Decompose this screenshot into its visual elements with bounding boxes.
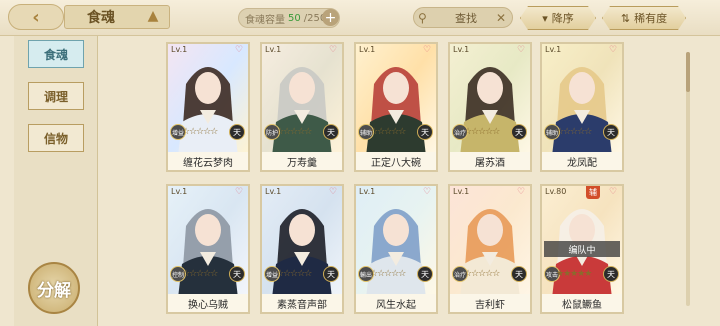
favorite-icon[interactable]: ♡: [517, 46, 527, 55]
food-soul-card[interactable]: Lv.1 ♡ 治疗 ☆☆☆☆☆ 天 屠苏酒: [448, 42, 532, 172]
food-soul-card[interactable]: Lv.1 ♡ 辅助 ☆☆☆☆☆ 天 龙凤配: [540, 42, 624, 172]
card-name: 吉利虾: [450, 294, 530, 312]
decompose-button[interactable]: 分解: [28, 262, 80, 314]
sort-order-label: 降序: [551, 12, 574, 25]
rarity-icon: 天: [417, 124, 433, 140]
rarity-icon: 天: [229, 266, 245, 282]
favorite-icon[interactable]: ♡: [609, 188, 619, 197]
sort-rarity-button[interactable]: ⇅ 稀有度: [602, 6, 686, 30]
card-name: 素蒸音声部: [262, 294, 342, 312]
card-name: 松鼠鳜鱼: [542, 294, 622, 312]
food-soul-card[interactable]: Lv.1 ♡ 防护 ☆☆☆☆☆ 天 万寿羹: [260, 42, 344, 172]
favorite-icon[interactable]: ♡: [423, 188, 433, 197]
favorite-icon[interactable]: ♡: [423, 46, 433, 55]
favorite-icon[interactable]: ♡: [235, 188, 245, 197]
star-rating: ☆☆☆☆☆: [182, 269, 218, 279]
level-label: Lv.1: [171, 45, 188, 54]
level-label: Lv.1: [359, 187, 376, 196]
tab-food-souls[interactable]: 食魂: [28, 40, 84, 68]
sort-order-button[interactable]: ▾ 降序: [520, 6, 596, 30]
scrollbar-thumb[interactable]: [686, 52, 690, 92]
rarity-icon: 天: [603, 124, 619, 140]
favorite-icon[interactable]: ♡: [329, 46, 339, 55]
rarity-icon: 天: [323, 266, 339, 282]
star-rating: ☆☆☆☆☆: [464, 269, 500, 279]
star-rating: ☆☆☆☆☆: [182, 127, 218, 137]
card-name: 屠苏酒: [450, 152, 530, 170]
sort-desc-icon: ▾: [542, 11, 548, 25]
card-name: 缠花云梦肉: [168, 152, 248, 170]
rarity-icon: 天: [323, 124, 339, 140]
star-rating: ☆☆☆☆☆: [276, 269, 312, 279]
sort-rarity-label: 稀有度: [634, 12, 668, 25]
star-rating: ☆☆☆☆☆: [276, 127, 312, 137]
search-field[interactable]: ⚲ 查找 ✕: [413, 7, 513, 28]
card-name: 万寿羹: [262, 152, 342, 170]
level-label: Lv.1: [453, 45, 470, 54]
level-label: Lv.1: [265, 187, 282, 196]
level-label: Lv.1: [545, 45, 562, 54]
card-name: 正定八大碗: [356, 152, 436, 170]
capacity-add-button[interactable]: +: [322, 9, 339, 26]
rarity-icon: 天: [229, 124, 245, 140]
favorite-icon[interactable]: ♡: [329, 188, 339, 197]
rarity-icon: 天: [603, 266, 619, 282]
search-label: 查找: [455, 11, 477, 25]
capacity-label: 食魂容量: [245, 14, 285, 26]
card-name: 龙凤配: [542, 152, 622, 170]
level-label: Lv.1: [171, 187, 188, 196]
star-rating: ☆☆☆☆☆: [464, 127, 500, 137]
food-soul-card[interactable]: Lv.1 ♡ 增益 ☆☆☆☆☆ 天 素蒸音声部: [260, 184, 344, 314]
food-soul-card[interactable]: Lv.1 ♡ 辅助 ☆☆☆☆☆ 天 正定八大碗: [354, 42, 438, 172]
back-arrow-icon: ‹: [32, 6, 40, 28]
clear-icon[interactable]: ✕: [496, 11, 512, 25]
assist-tag: 辅: [586, 186, 600, 199]
favorite-icon[interactable]: ♡: [609, 46, 619, 55]
star-rating: ☆☆☆☆☆: [370, 269, 406, 279]
card-name: 换心乌贼: [168, 294, 248, 312]
food-soul-card[interactable]: Lv.1 ♡ 輸出 ☆☆☆☆☆ 天 风生水起: [354, 184, 438, 314]
tab-tokens[interactable]: 信物: [28, 124, 84, 152]
rarity-icon: 天: [417, 266, 433, 282]
food-soul-card[interactable]: Lv.1 ♡ 控制 ☆☆☆☆☆ 天 换心乌贼: [166, 184, 250, 314]
top-bar: ‹ 食魂 ▲ 食魂容量 50/250 + ⚲ 查找 ✕ ▾ 降序 ⇅ 稀有度: [0, 0, 720, 36]
back-button[interactable]: ‹: [8, 4, 64, 30]
star-rating: ☆☆☆☆☆: [556, 127, 592, 137]
rarity-icon: 天: [511, 124, 527, 140]
sort-arrows-icon: ⇅: [620, 11, 631, 25]
food-soul-card[interactable]: Lv.1 ♡ 增益 ☆☆☆☆☆ 天 缠花云梦肉: [166, 42, 250, 172]
rarity-icon: 天: [511, 266, 527, 282]
food-soul-card[interactable]: Lv.1 ♡ 治疗 ☆☆☆☆☆ 天 吉利虾: [448, 184, 532, 314]
search-icon: ⚲: [418, 10, 427, 25]
tab-cooking[interactable]: 调理: [28, 82, 84, 110]
favorite-icon[interactable]: ♡: [235, 46, 245, 55]
level-label: Lv.1: [359, 45, 376, 54]
level-label: Lv.1: [453, 187, 470, 196]
favorite-icon[interactable]: ♡: [517, 188, 527, 197]
home-icon[interactable]: ▲: [144, 7, 162, 25]
team-status-label: 编队中: [544, 241, 620, 257]
level-label: Lv.80: [545, 187, 567, 196]
card-name: 风生水起: [356, 294, 436, 312]
capacity-current: 50: [288, 12, 301, 24]
star-rating: ★★★★★: [556, 269, 592, 279]
food-soul-card[interactable]: Lv.80 ♡ 攻击 ★★★★★ 天 松鼠鳜鱼 编队中 辅: [540, 184, 624, 314]
level-label: Lv.1: [265, 45, 282, 54]
star-rating: ☆☆☆☆☆: [370, 127, 406, 137]
